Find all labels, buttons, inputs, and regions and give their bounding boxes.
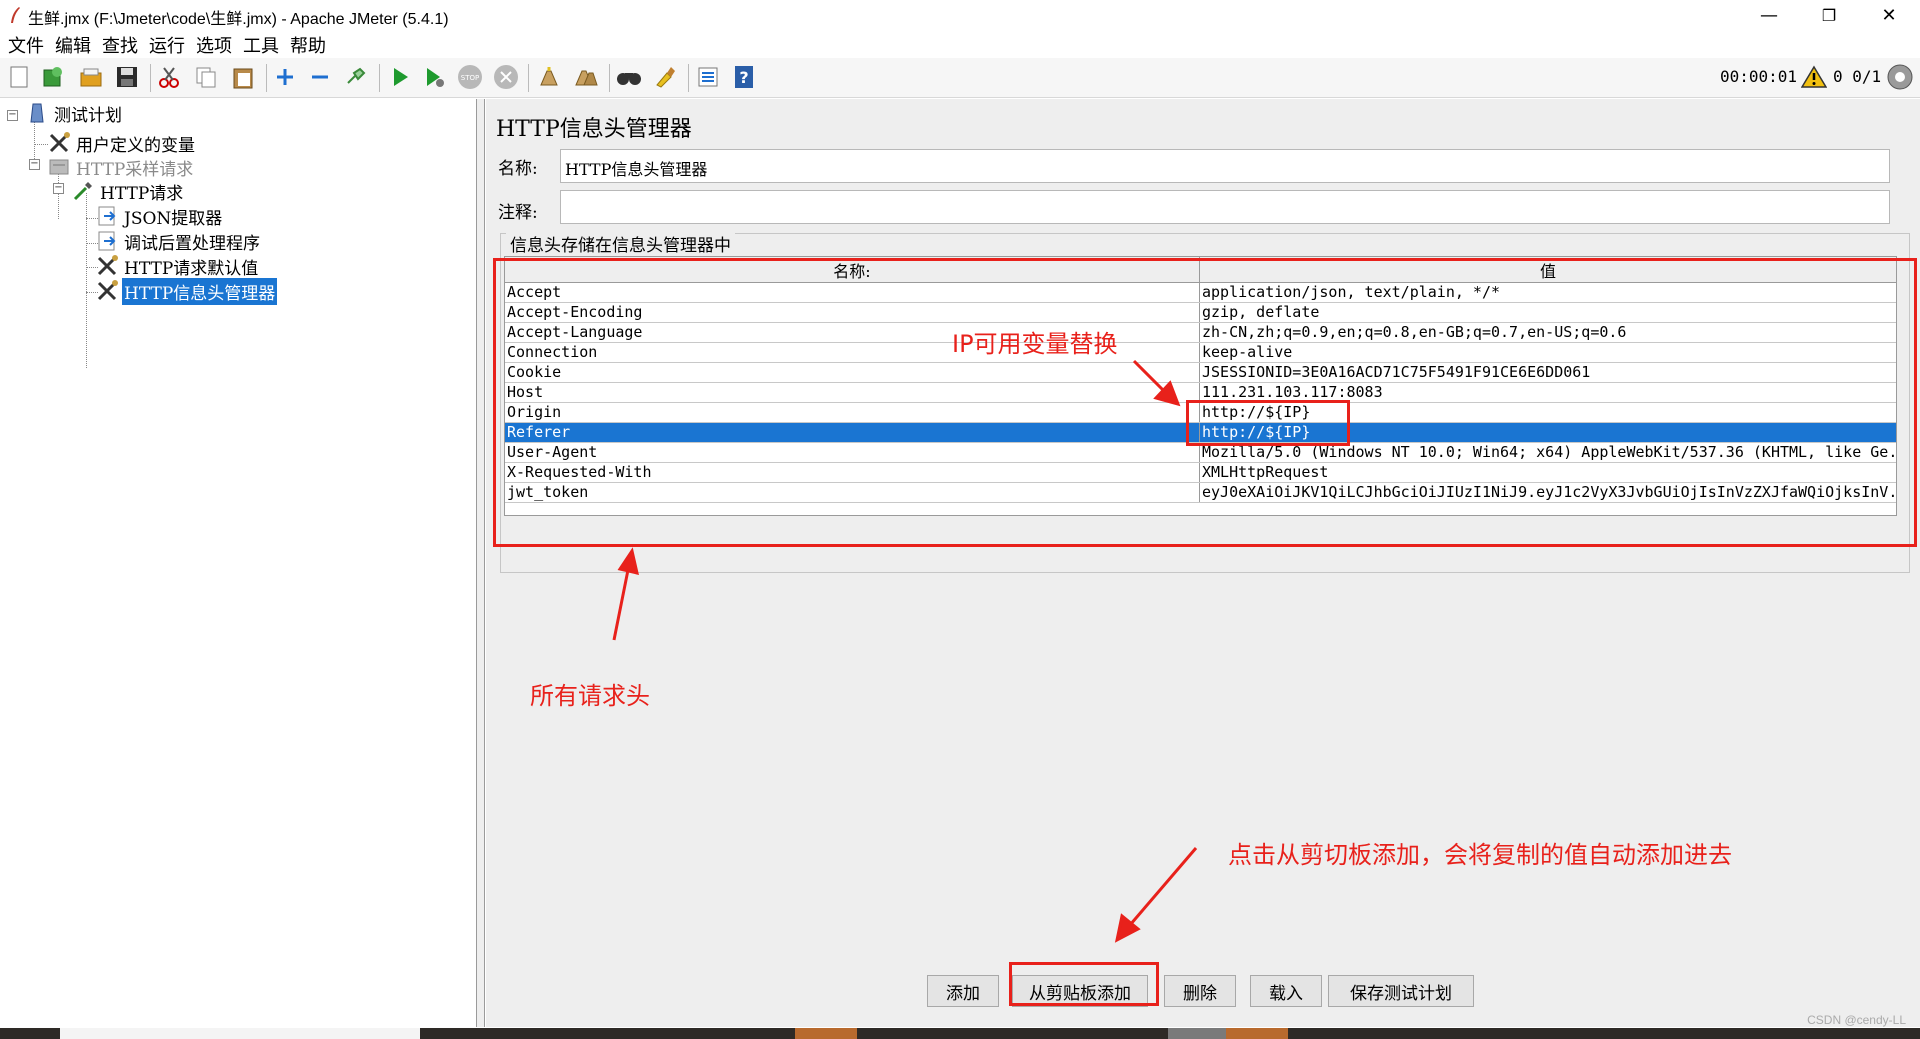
- clear-icon[interactable]: [535, 63, 563, 91]
- svg-text:?: ?: [739, 68, 748, 87]
- elapsed-timer: 00:00:01: [1720, 67, 1798, 86]
- restore-button[interactable]: ❐: [1800, 0, 1858, 30]
- delete-button[interactable]: 删除: [1164, 975, 1236, 1007]
- watermark: CSDN @cendy-LL: [1807, 1013, 1906, 1027]
- panel-splitter[interactable]: [477, 99, 485, 1027]
- panel-title: HTTP信息头管理器: [496, 117, 692, 142]
- tree-line: [86, 193, 87, 368]
- tree-node-label: JSON提取器: [124, 208, 223, 229]
- minimize-button[interactable]: —: [1740, 0, 1798, 30]
- tree-node-http-header-manager[interactable]: HTTP信息头管理器: [96, 277, 278, 305]
- warning-icon[interactable]: [1800, 63, 1828, 91]
- all-headers-note: 所有请求头: [530, 682, 650, 710]
- extractor-icon: [96, 205, 118, 227]
- pipette-icon: [72, 180, 94, 202]
- test-plan-tree: − 测试计划 用户定义的变量 − HTTP采样请求 − HTTP请求 JSON提…: [0, 99, 477, 1027]
- toolbar-separator: [609, 64, 610, 92]
- window-title: 生鲜.jmx (F:\Jmeter\code\生鲜.jmx) - Apache …: [28, 11, 449, 28]
- jmeter-feather-icon: [11, 7, 20, 23]
- tree-expander-http-sampler[interactable]: −: [29, 159, 40, 170]
- collapse-icon[interactable]: [306, 63, 334, 91]
- start-icon[interactable]: [386, 63, 414, 91]
- tree-node-label: HTTP请求: [100, 183, 184, 204]
- menu-options[interactable]: 选项: [194, 30, 241, 57]
- tree-expander-http-request[interactable]: −: [53, 183, 64, 194]
- stop-icon[interactable]: STOP: [456, 63, 484, 91]
- tree-expander-test-plan[interactable]: −: [7, 110, 18, 121]
- tree-node-json-extractor[interactable]: JSON提取器: [96, 202, 224, 230]
- headers-group-label: 信息头存储在信息头管理器中: [506, 231, 735, 256]
- save-icon[interactable]: [113, 63, 141, 91]
- load-button[interactable]: 载入: [1250, 975, 1322, 1007]
- threads-icon: [1886, 63, 1914, 91]
- error-thread-count: 0 0/1: [1833, 67, 1882, 86]
- toolbar-separator: [150, 64, 151, 92]
- templates-icon[interactable]: [39, 63, 67, 91]
- open-icon[interactable]: [77, 63, 105, 91]
- ip-variable-note: IP可用变量替换: [952, 330, 1118, 358]
- clipboard-note: 点击从剪切板添加，会将复制的值自动添加进去: [1228, 841, 1732, 869]
- function-helper-icon[interactable]: [694, 63, 722, 91]
- tree-node-label: HTTP信息头管理器: [122, 277, 278, 305]
- clear-all-icon[interactable]: [572, 63, 600, 91]
- wrench-icon: [48, 132, 70, 154]
- paste-icon[interactable]: [229, 63, 257, 91]
- name-field[interactable]: HTTP信息头管理器: [560, 149, 1890, 183]
- menu-tools[interactable]: 工具: [241, 30, 288, 57]
- taskbar-strip: [0, 1028, 1920, 1039]
- thread-group-icon: [48, 156, 70, 178]
- toolbar: STOP ? 00:00:01 0 0/1: [0, 58, 1920, 98]
- test-plan-icon: [26, 102, 48, 124]
- taskbar-segment: [1226, 1028, 1288, 1039]
- toolbar-separator: [266, 64, 267, 92]
- save-test-plan-button[interactable]: 保存测试计划: [1328, 975, 1474, 1007]
- header-manager-panel: HTTP信息头管理器 名称: HTTP信息头管理器 注释: 信息头存储在信息头管…: [486, 99, 1920, 1027]
- taskbar-segment: [60, 1028, 420, 1039]
- toolbar-separator: [379, 64, 380, 92]
- wrench-icon: [96, 255, 118, 277]
- copy-icon[interactable]: [192, 63, 220, 91]
- title-bar: 生鲜.jmx (F:\Jmeter\code\生鲜.jmx) - Apache …: [0, 0, 1920, 30]
- toggle-icon[interactable]: [342, 63, 370, 91]
- name-label: 名称:: [498, 159, 538, 179]
- tree-node-http-request[interactable]: HTTP请求: [72, 177, 185, 205]
- cut-icon[interactable]: [155, 63, 183, 91]
- svg-text:STOP: STOP: [461, 74, 479, 82]
- reset-search-icon[interactable]: [651, 63, 679, 91]
- wrench-icon: [96, 280, 118, 302]
- tree-line: [34, 144, 48, 145]
- clipboard-button-highlight: [1009, 962, 1159, 1006]
- comment-field[interactable]: [560, 190, 1890, 224]
- taskbar-segment: [795, 1028, 857, 1039]
- menu-bar: 文件 编辑 查找 运行 选项 工具 帮助: [0, 30, 1920, 57]
- toolbar-separator: [528, 64, 529, 92]
- toolbar-separator: [688, 64, 689, 92]
- search-icon[interactable]: [615, 63, 643, 91]
- comment-label: 注释:: [498, 203, 538, 223]
- tree-node-debug-postprocessor[interactable]: 调试后置处理程序: [96, 227, 262, 255]
- start-no-pause-icon[interactable]: [420, 63, 448, 91]
- tree-node-http-defaults[interactable]: HTTP请求默认值: [96, 252, 260, 280]
- tree-node-test-plan[interactable]: 测试计划: [26, 99, 124, 127]
- menu-search[interactable]: 查找: [100, 30, 147, 57]
- ip-variable-highlight: [1186, 400, 1350, 446]
- close-button[interactable]: ✕: [1860, 0, 1918, 30]
- new-icon[interactable]: [5, 63, 33, 91]
- shutdown-icon[interactable]: [492, 63, 520, 91]
- help-icon[interactable]: ?: [730, 63, 758, 91]
- menu-help[interactable]: 帮助: [288, 30, 335, 57]
- postprocessor-icon: [96, 230, 118, 252]
- tree-node-label: HTTP请求默认值: [124, 258, 259, 279]
- tree-node-label: 测试计划: [54, 105, 122, 126]
- expand-icon[interactable]: [271, 63, 299, 91]
- menu-edit[interactable]: 编辑: [53, 30, 100, 57]
- tree-node-label: 调试后置处理程序: [124, 233, 260, 254]
- menu-file[interactable]: 文件: [6, 30, 53, 57]
- add-button[interactable]: 添加: [927, 975, 999, 1007]
- menu-run[interactable]: 运行: [147, 30, 194, 57]
